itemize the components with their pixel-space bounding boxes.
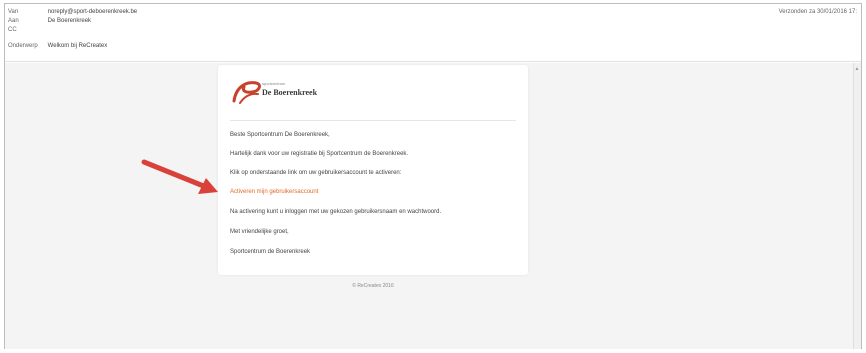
from-row: Van noreply@sport-deboerenkreek.be [8, 9, 137, 15]
divider [230, 120, 516, 121]
greeting-text: Beste Sportcentrum De Boerenkreek, [230, 132, 330, 138]
from-value[interactable]: noreply@sport-deboerenkreek.be [48, 9, 137, 15]
instruction-text: Klik op onderstaande link om uw gebruike… [230, 170, 402, 176]
logo: sportcentrum De Boerenkreek [230, 79, 320, 107]
copyright-footer: © ReCreatex 2016 [352, 283, 394, 289]
to-label: Aan [8, 18, 19, 24]
sent-info: Verzonden za 30/01/2016 17: [779, 9, 857, 15]
to-row: Aan De Boerenkreek [8, 18, 91, 24]
email-card: sportcentrum De Boerenkreek Beste Sportc… [218, 65, 528, 275]
from-label: Van [8, 9, 19, 15]
boerenkreek-logo-icon [232, 81, 261, 104]
scroll-up-icon[interactable]: ▲ [854, 66, 860, 72]
subject-value: Welkom bij ReCreatex [47, 43, 108, 49]
subject-row: Onderwerp Welkom bij ReCreatex [8, 43, 107, 49]
subject-label: Onderwerp [8, 43, 38, 49]
thanks-text: Hartelijk dank voor uw registratie bij S… [230, 151, 409, 157]
logo-name: De Boerenkreek [262, 88, 318, 97]
sent-value: za 30/01/2016 17: [808, 9, 857, 15]
logo-tagline: sportcentrum [262, 81, 286, 86]
activation-link[interactable]: Activeren mijn gebruikersaccount [230, 189, 318, 195]
email-header: Van noreply@sport-deboerenkreek.be Aan D… [5, 4, 861, 62]
vertical-scrollbar[interactable] [853, 63, 861, 349]
sent-label: Verzonden [778, 9, 808, 15]
red-arrow-icon [141, 159, 218, 194]
cc-row: CC [8, 27, 46, 33]
cc-label: CC [8, 27, 17, 33]
closing-text: Met vriendelijke groet, [230, 229, 289, 235]
after-activation-text: Na activering kunt u inloggen met uw gek… [230, 209, 442, 215]
signature-text: Sportcentrum de Boerenkreek [230, 249, 311, 255]
to-value[interactable]: De Boerenkreek [48, 18, 91, 24]
